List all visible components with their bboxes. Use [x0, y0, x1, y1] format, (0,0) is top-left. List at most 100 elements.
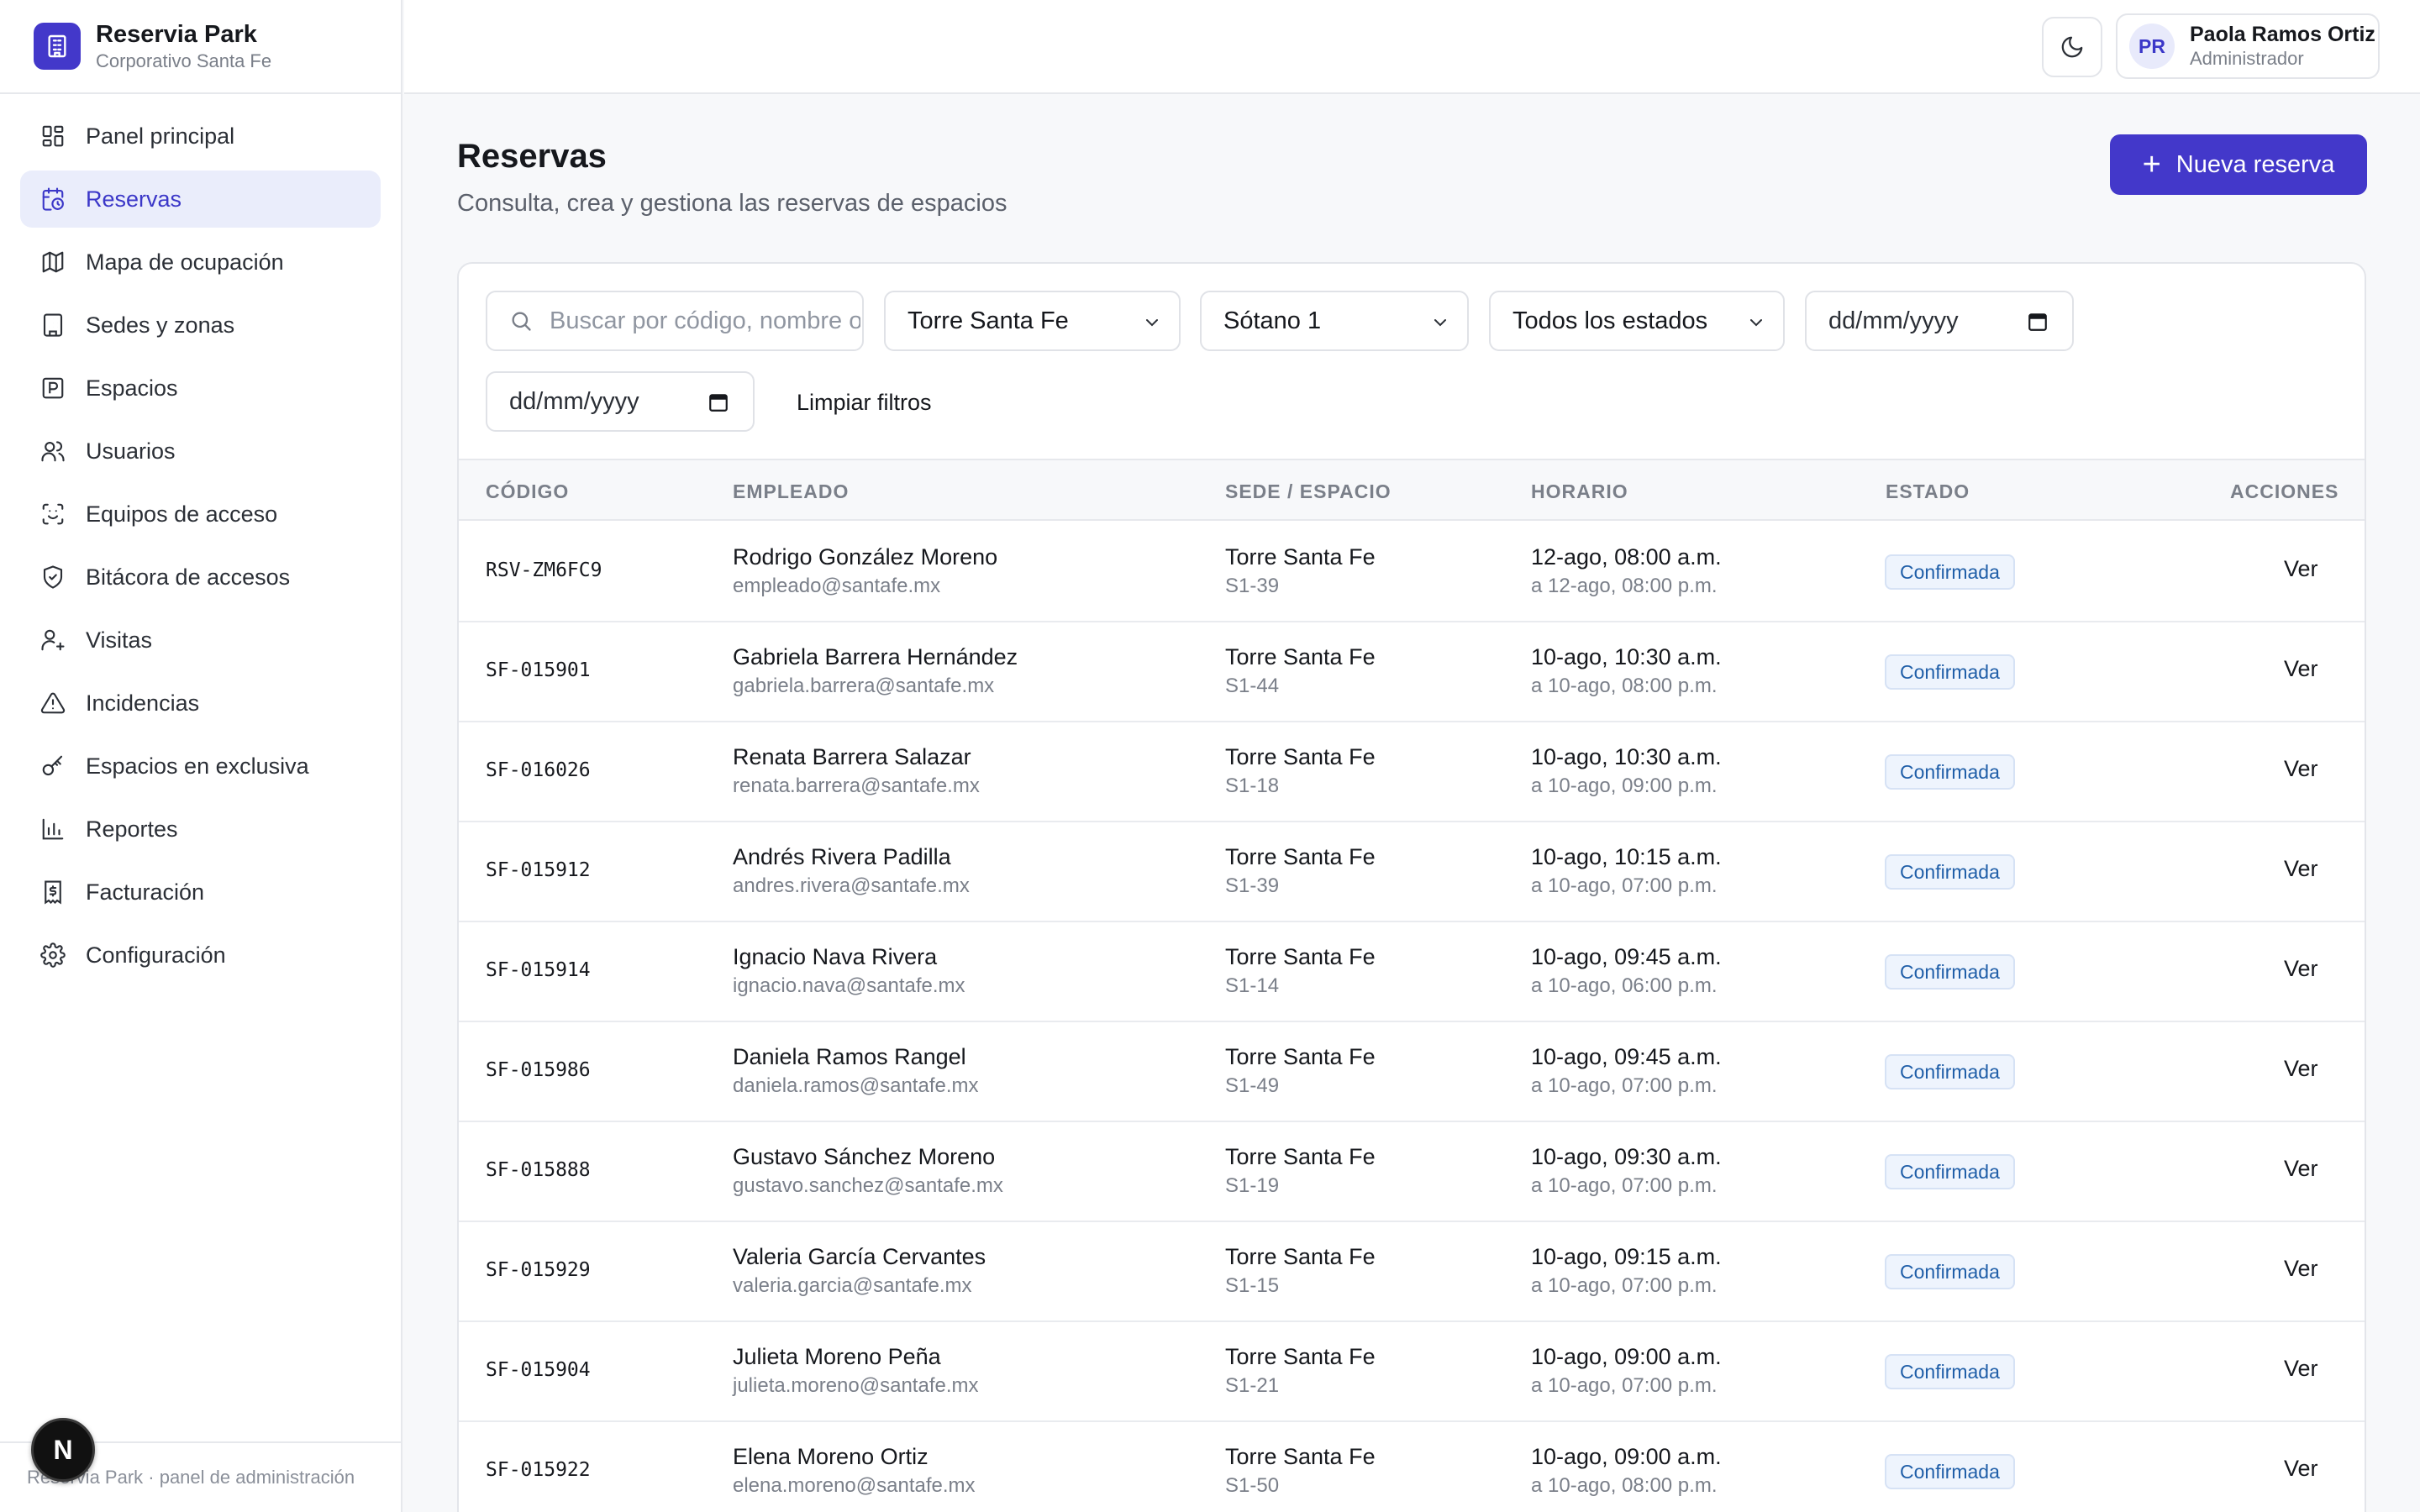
reservation-code: SF-015986: [486, 1059, 591, 1081]
column-header-site-space[interactable]: SEDE / ESPACIO: [1225, 480, 1392, 503]
sidebar-item-panel-principal[interactable]: Panel principal: [20, 108, 381, 165]
schedule-end: a 10-ago, 08:00 p.m.: [1531, 675, 1718, 697]
sidebar-item-bitacora-de-accesos[interactable]: Bitácora de accesos: [20, 549, 381, 606]
page-title: Reservas: [457, 138, 607, 175]
view-button[interactable]: Ver: [2284, 1356, 2318, 1382]
sidebar-item-sedes-y-zonas[interactable]: Sedes y zonas: [20, 297, 381, 354]
shield-icon: [43, 565, 63, 589]
sidebar-item-reportes[interactable]: Reportes: [20, 801, 381, 858]
schedule-start: 10-ago, 09:15 a.m.: [1531, 1244, 1722, 1269]
view-button[interactable]: Ver: [2284, 1056, 2318, 1082]
moon-icon: [2061, 36, 2083, 58]
employee-name: Daniela Ramos Rangel: [733, 1044, 966, 1069]
view-button[interactable]: Ver: [2284, 656, 2318, 682]
employee-email: daniela.ramos@santafe.mx: [733, 1074, 979, 1097]
sidebar-item-label: Mapa de ocupación: [86, 249, 284, 275]
reservation-code: SF-015912: [486, 859, 591, 881]
sidebar-item-label: Visitas: [86, 627, 153, 653]
status-badge: Confirmada: [1885, 1254, 2015, 1289]
status-badge: Confirmada: [1885, 754, 2015, 790]
page-subtitle: Consulta, crea y gestiona las reservas d…: [457, 190, 1007, 217]
brand-title: Reservia Park: [96, 21, 257, 48]
scan-icon: [42, 503, 64, 525]
column-header-status[interactable]: ESTADO: [1886, 480, 1970, 503]
sidebar-item-visitas[interactable]: Visitas: [20, 612, 381, 669]
table-row[interactable]: RSV-ZM6FC9 Rodrigo González Moreno emplead…: [459, 522, 2365, 622]
site-select[interactable]: Torre Santa Fe: [884, 291, 1181, 351]
space-code: S1-49: [1225, 1074, 1280, 1097]
user-menu[interactable]: PR Paola Ramos Ortiz Administrador: [2116, 13, 2380, 79]
sidebar-item-equipos-de-acceso[interactable]: Equipos de acceso: [20, 486, 381, 543]
sidebar-item-mapa-de-ocupacion[interactable]: Mapa de ocupación: [20, 234, 381, 291]
level-select-value: Sótano 1: [1223, 307, 1322, 334]
column-header-employee[interactable]: EMPLEADO: [733, 480, 849, 503]
reservation-code: SF-015922: [486, 1459, 591, 1481]
chevron-down-icon: [1434, 319, 1446, 327]
calendar-clock-icon: [42, 187, 64, 211]
avatar: PR: [2129, 24, 2175, 69]
sidebar-item-espacios-en-exclusiva[interactable]: Espacios en exclusiva: [20, 738, 381, 795]
table-row[interactable]: SF-015912 Andrés Rivera Padilla andres.riv…: [459, 822, 2365, 922]
reservation-code: RSV-ZM6FC9: [486, 559, 602, 581]
table-row[interactable]: SF-015901 Gabriela Barrera Hernández gabri…: [459, 622, 2365, 722]
table-row[interactable]: SF-016026 Renata Barrera Salazar renata.ba…: [459, 722, 2365, 822]
employee-name: Andrés Rivera Padilla: [733, 844, 951, 869]
sidebar-item-configuracion[interactable]: Configuración: [20, 927, 381, 984]
new-reservation-label: Nueva reserva: [2175, 150, 2335, 178]
column-header-schedule[interactable]: HORARIO: [1531, 480, 1628, 503]
employee-email: gabriela.barrera@santafe.mx: [733, 675, 995, 697]
view-button[interactable]: Ver: [2284, 756, 2318, 782]
view-button[interactable]: Ver: [2284, 956, 2318, 982]
sidebar-item-espacios[interactable]: Espacios: [20, 360, 381, 417]
date-from-input[interactable]: dd/mm/yyyy: [1805, 291, 2074, 351]
employee-name: Julieta Moreno Peña: [733, 1344, 941, 1369]
reservation-code: SF-015901: [486, 659, 591, 681]
sidebar-item-label: Incidencias: [86, 690, 200, 716]
date-to-value: dd/mm/yyyy: [509, 387, 639, 415]
view-button[interactable]: Ver: [2284, 1156, 2318, 1182]
clear-filters-button[interactable]: Limpiar filtros: [797, 390, 932, 416]
space-code: S1-14: [1225, 974, 1280, 997]
sidebar-item-incidencias[interactable]: Incidencias: [20, 675, 381, 732]
space-code: S1-39: [1225, 874, 1280, 897]
space-code: S1-39: [1225, 575, 1280, 597]
site-name: Torre Santa Fe: [1225, 644, 1376, 669]
space-code: S1-18: [1225, 774, 1280, 797]
sidebar-item-facturacion[interactable]: Facturación: [20, 864, 381, 921]
schedule-end: a 12-ago, 08:00 p.m.: [1531, 575, 1718, 597]
level-select[interactable]: Sótano 1: [1200, 291, 1469, 351]
table-row[interactable]: SF-015914 Ignacio Nava Rivera ignacio.nava…: [459, 922, 2365, 1022]
theme-toggle-button[interactable]: [2042, 17, 2102, 77]
status-badge: Confirmada: [1885, 954, 2015, 990]
search-input[interactable]: Buscar por código, nombre o correo: [486, 291, 864, 351]
table-row[interactable]: SF-015929 Valeria García Cervantes valeria…: [459, 1222, 2365, 1322]
schedule-start: 10-ago, 09:45 a.m.: [1531, 944, 1722, 969]
sidebar-item-reservas[interactable]: Reservas: [20, 171, 381, 228]
view-button[interactable]: Ver: [2284, 556, 2318, 582]
view-button[interactable]: Ver: [2284, 856, 2318, 882]
sidebar-item-usuarios[interactable]: Usuarios: [20, 423, 381, 480]
employee-name: Valeria García Cervantes: [733, 1244, 986, 1269]
building-icon: [43, 313, 63, 337]
column-header-code[interactable]: CÓDIGO: [486, 480, 569, 503]
table-row[interactable]: SF-015922 Elena Moreno Ortiz elena.moreno@…: [459, 1422, 2365, 1512]
user-role: Administrador: [2190, 48, 2304, 69]
gear-icon: [40, 942, 66, 968]
brand[interactable]: Reservia Park Corporativo Santa Fe: [0, 0, 401, 94]
dev-tools-badge[interactable]: N: [31, 1418, 95, 1482]
table-row[interactable]: SF-015904 Julieta Moreno Peña julieta.more…: [459, 1322, 2365, 1422]
schedule-start: 10-ago, 10:30 a.m.: [1531, 744, 1722, 769]
schedule-end: a 10-ago, 09:00 p.m.: [1531, 774, 1718, 797]
site-name: Torre Santa Fe: [1225, 1344, 1376, 1369]
date-to-input[interactable]: dd/mm/yyyy: [486, 371, 755, 432]
view-button[interactable]: Ver: [2284, 1456, 2318, 1482]
space-code: S1-50: [1225, 1474, 1280, 1497]
schedule-end: a 10-ago, 06:00 p.m.: [1531, 974, 1718, 997]
status-select[interactable]: Todos los estados: [1489, 291, 1785, 351]
table-row[interactable]: SF-015888 Gustavo Sánchez Moreno gustavo.s…: [459, 1122, 2365, 1222]
users-icon: [41, 441, 65, 462]
table-row[interactable]: SF-015986 Daniela Ramos Rangel daniela.ram…: [459, 1022, 2365, 1122]
new-reservation-button[interactable]: + Nueva reserva: [2110, 134, 2367, 195]
view-button[interactable]: Ver: [2284, 1256, 2318, 1282]
status-badge: Confirmada: [1885, 654, 2015, 690]
